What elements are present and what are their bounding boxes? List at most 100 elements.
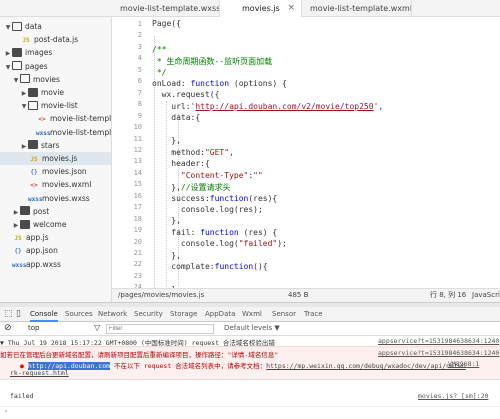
tree-folder-images[interactable]: ▶ images [0,46,111,60]
tab-movie-list-template-wxss[interactable]: movie-list-template.wxss [112,0,220,17]
tab-sources[interactable]: Sources [65,307,93,322]
json-file-icon: {} [30,169,38,177]
tree-item-label: post [33,206,50,216]
line-number: 21 [133,249,142,257]
cursor-position[interactable]: 行 8, 列 16 [430,289,466,302]
folder-icon [28,140,38,150]
code-editor[interactable]: 1234567891011121314151617181920212223242… [112,17,500,288]
tree-item-label: movies.js [42,154,78,163]
js-file-icon: JS [30,156,38,163]
tab-network[interactable]: Network [98,307,127,322]
code-line-8: url:'http://api.douban.com/v2/movie/top2… [152,102,384,111]
wxss-file-icon: wxss [28,195,43,203]
console-prompt[interactable]: › [0,406,500,416]
tab-storage[interactable]: Storage [170,307,197,322]
line-number: 14 [133,168,142,177]
code-line-18: }, [152,216,181,225]
tree-folder-movie-list[interactable]: ▼ movie-list [0,99,111,113]
chevron-down-icon[interactable]: ▼ [20,100,28,113]
code-line-14: "Content-Type":"" [180,171,263,180]
inspect-icon[interactable]: ⬚ [4,307,13,322]
tree-item-label: movie [41,88,65,97]
tree-item-label: movies [33,74,60,84]
chevron-right-icon[interactable]: ▶ [20,87,28,100]
filter-input[interactable] [106,324,214,334]
console-message: 如若已在管理后台更新域名配置，请刷新项目配置后重新编译项目，操作路径："详情-域… [0,349,500,359]
tree-folder-data[interactable]: ▼ data [0,20,111,34]
line-number: 4 [137,54,142,63]
tab-wxml[interactable]: Wxml [242,307,262,322]
tree-file[interactable]: {} app.json [0,244,111,257]
chevron-right-icon[interactable]: ▶ [4,47,12,60]
tree-file[interactable]: JS movies.js [0,152,111,165]
tab-sensor[interactable]: Sensor [272,307,296,322]
line-number: 9 [137,111,142,120]
tree-folder-movies[interactable]: ▼ movies [0,73,111,87]
tab-console[interactable]: Console [30,307,58,322]
wechat-devtools-window: movie-list-template.wxss movies.js × movi… [0,0,500,419]
tree-item-label: app.wxss [26,259,61,269]
wxss-file-icon: wxss [12,261,27,269]
tree-file[interactable]: JS post-data.js [0,33,111,46]
console-source-link[interactable]: appservice?t=1531984638634:1240 [378,337,499,345]
line-number: 22 [133,260,142,269]
tree-file[interactable]: wxssmovie-list-templat... [0,126,111,139]
code-line-19: fail: function (res) { [152,228,278,237]
console-source-link[interactable]: movies.js? [sm]:20 [418,392,488,400]
tree-item-label: movies.wxml [42,180,92,190]
folder-icon [20,219,30,229]
tree-folder-post[interactable]: ▶ post [0,205,111,219]
folder-icon [12,47,22,57]
tree-folder-movie[interactable]: ▶ movie [0,86,111,100]
chevron-down-icon[interactable]: ▼ [12,74,20,87]
tab-appdata[interactable]: AppData [205,307,235,322]
chevron-down-icon[interactable]: ▼ [4,61,12,74]
docs-link-continued[interactable]: rk-request.html [10,369,69,377]
code-line-1: Page({ [152,19,181,28]
language-mode[interactable]: JavaScri [472,289,500,302]
tab-security[interactable]: Security [134,307,163,322]
log-levels-select[interactable]: Default levels ▼ [224,324,280,332]
chevron-down-icon[interactable]: ▼ [4,21,12,34]
line-number: 10 [133,123,142,132]
filter-toggle-icon[interactable]: ▽ [94,323,100,332]
code-line-17: console.log(res); [152,205,263,214]
tree-folder-stars[interactable]: ▶ stars [0,139,111,153]
tree-item-label: movies.json [42,167,87,177]
wxss-file-icon: wxss [36,129,51,137]
console-message: rk-request.html [0,369,500,377]
tree-file[interactable]: <> movies.wxml [0,178,111,191]
tree-item-label: welcome [33,220,67,229]
code-line-22: complate:function(){ [152,262,268,271]
tab-movies-js[interactable]: movies.js × [220,0,302,18]
tree-file[interactable]: {} movies.json [0,165,111,178]
device-icon[interactable]: ▯ [16,307,21,322]
code-line-15: },//设置请求头 [152,183,231,192]
tree-file[interactable]: wxssmovies.wxss [0,192,111,205]
tree-file[interactable]: <> movie-list-templat... [0,112,111,125]
tree-item-label: pages [25,61,48,71]
chevron-right-icon[interactable]: ▶ [12,219,20,232]
context-select[interactable]: top [28,324,39,332]
console-source-link[interactable]: appservice?t=1531984638634:1240 [378,349,499,357]
line-number: 12 [133,145,142,154]
code-line-13: header:{ [152,159,210,168]
file-size: 485 B [288,291,309,299]
tab-trace[interactable]: Trace [304,307,323,322]
line-number: 13 [133,157,142,166]
tree-file[interactable]: wxssapp.wxss [0,258,111,271]
chevron-right-icon[interactable]: ▶ [12,206,20,219]
close-icon[interactable]: × [287,0,295,17]
code-line-5: */ [152,68,167,77]
console-log: failed movies.js? [sm]:20 [10,392,489,400]
tree-item-label: stars [41,140,60,150]
tree-file[interactable]: JS app.js [0,231,111,244]
chevron-right-icon[interactable]: ▶ [20,140,28,153]
console-source-link[interactable]: VM8968:1 [448,360,479,368]
tree-folder-welcome[interactable]: ▶ welcome [0,218,111,232]
tree-item-label: movies.wxss [42,193,90,203]
tree-folder-pages[interactable]: ▼ pages [0,60,111,74]
folder-open-icon [20,74,30,84]
clear-console-icon[interactable]: ⊘ [4,323,12,333]
tab-movie-list-template-wxml[interactable]: movie-list-template.wxml [302,0,412,17]
